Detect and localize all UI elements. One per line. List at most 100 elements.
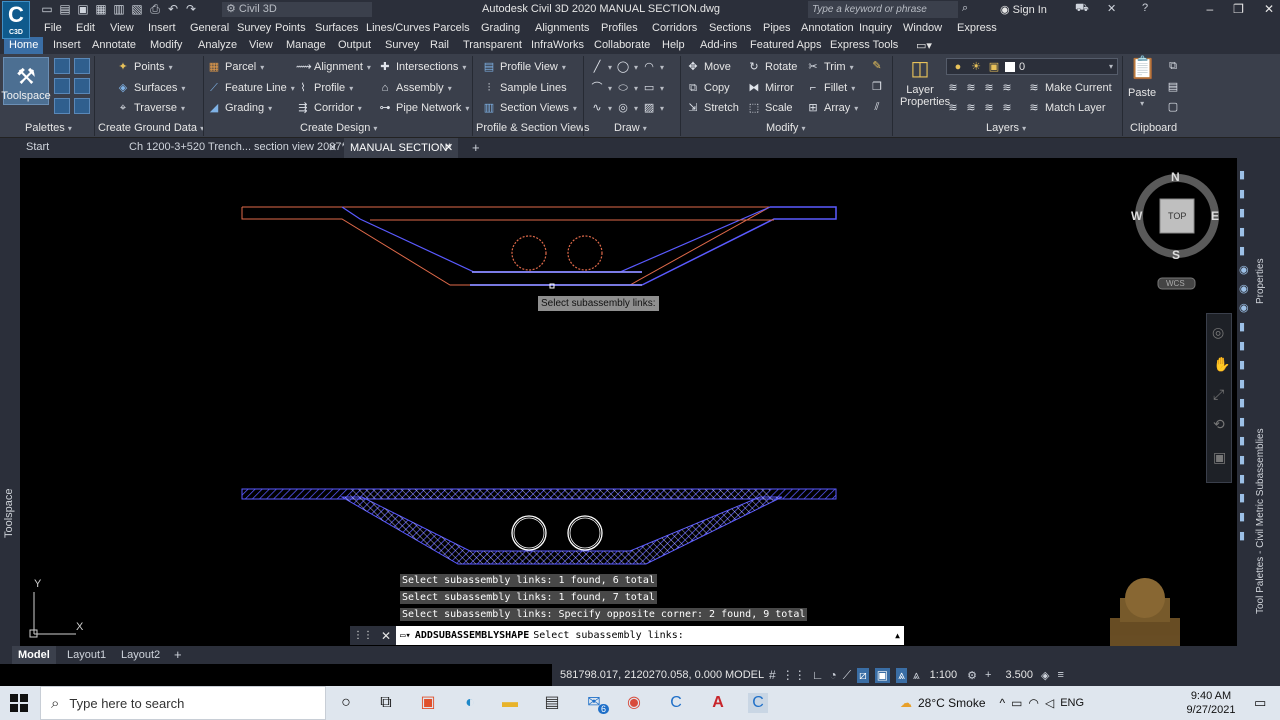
ortho-icon[interactable]: ∟ (812, 668, 824, 683)
circle-icon[interactable]: ◯ (616, 60, 630, 74)
app-logo[interactable]: C C3D (2, 1, 30, 39)
autocad-taskbar-icon[interactable]: A (708, 693, 728, 713)
polar-icon[interactable]: ◔ (829, 668, 836, 683)
tray-chevron-icon[interactable]: ^ (1000, 696, 1006, 710)
menu-annotation[interactable]: Annotation (801, 22, 854, 34)
pipe-network-button[interactable]: ⊶ Pipe Network ▾ (378, 100, 470, 116)
notification-icon[interactable]: ▭ (1254, 695, 1266, 711)
menu-general[interactable]: General (190, 22, 229, 34)
menu-profiles[interactable]: Profiles (601, 22, 638, 34)
palette-tool-icon[interactable]: ▮ (1239, 377, 1255, 390)
isodraft-icon[interactable]: ⟋ (843, 668, 851, 683)
customize-status-icon[interactable]: ≡ (1057, 669, 1063, 681)
lower-section[interactable] (241, 488, 837, 565)
tab-express-tools[interactable]: Express Tools (830, 39, 898, 51)
assembly-button[interactable]: ⌂ Assembly ▾ (378, 80, 452, 96)
exchange-icon[interactable]: ✕ (1107, 2, 1116, 15)
section-views-button[interactable]: ▥ Section Views ▾ (482, 100, 577, 116)
palette-tool-icon[interactable]: ◉ (1239, 263, 1255, 276)
wifi-icon[interactable]: ◠ (1028, 696, 1038, 710)
tab-add-ins[interactable]: Add-ins (700, 39, 737, 51)
cut-icon[interactable]: ⧉ (1166, 59, 1180, 73)
trim-button[interactable]: ✂ Trim ▾ (806, 59, 853, 75)
sign-in-link[interactable]: ◉ Sign In (1000, 3, 1047, 16)
command-history-toggle-icon[interactable]: ▲ (895, 631, 900, 640)
layer-on-all-icon[interactable]: ≋ (964, 101, 978, 115)
menu-insert[interactable]: Insert (148, 22, 176, 34)
stretch-button[interactable]: ⇲ Stretch (686, 100, 738, 116)
grid-icon[interactable]: # (769, 668, 776, 683)
match-properties-icon[interactable]: ▢ (1166, 100, 1180, 114)
settings-icon[interactable] (74, 58, 90, 74)
layer-lock-icon[interactable]: ≋ (1000, 81, 1014, 95)
menu-inquiry[interactable]: Inquiry (859, 22, 892, 34)
save-as-icon[interactable]: ▦ (94, 2, 108, 16)
elevation-value[interactable]: 3.500 (1005, 669, 1033, 681)
tab-rail[interactable]: Rail (430, 39, 449, 51)
traverse-button[interactable]: ⌖ Traverse ▾ (116, 100, 185, 116)
viewcube-south-label[interactable]: S (1172, 248, 1180, 262)
hatch-icon[interactable]: ▨ (642, 101, 656, 115)
surfaces-button[interactable]: ◈ Surfaces ▾ (116, 80, 186, 96)
scale-button[interactable]: ⬚ Scale (747, 100, 793, 116)
arc-icon[interactable]: ◠ (642, 60, 656, 74)
close-command-icon[interactable]: ✕ (381, 629, 391, 643)
annotation-scale[interactable]: 1:100 (930, 669, 958, 681)
windows-start-icon[interactable] (10, 694, 28, 712)
menu-view[interactable]: View (110, 22, 134, 34)
menu-file[interactable]: File (44, 22, 62, 34)
offset-icon[interactable]: ⫽ (870, 100, 884, 114)
tab-analyze[interactable]: Analyze (198, 39, 237, 51)
tab-transparent[interactable]: Transparent (463, 39, 522, 51)
layer-isolate-icon[interactable]: ≋ (946, 81, 960, 95)
new-file-icon[interactable]: ▭ (40, 2, 54, 16)
pencil-icon[interactable]: ✎ (870, 59, 884, 73)
pan-icon[interactable]: ✋ (1213, 356, 1230, 373)
menu-survey[interactable]: Survey (237, 22, 271, 34)
rotate-button[interactable]: ↻ Rotate (747, 59, 797, 75)
palette-tool-icon[interactable]: ▮ (1239, 453, 1255, 466)
donut-icon[interactable]: ◎ (616, 101, 630, 115)
upper-section[interactable] (241, 206, 837, 289)
profile-view-button[interactable]: ▤ Profile View ▾ (482, 59, 566, 75)
palette-tool-icon[interactable]: ▮ (1239, 434, 1255, 447)
prospector-icon[interactable] (54, 58, 70, 74)
orbit-icon[interactable]: ⟲ (1213, 416, 1225, 433)
tab-manage[interactable]: Manage (286, 39, 326, 51)
model-space-toggle[interactable]: MODEL (725, 669, 769, 681)
survey-icon[interactable] (54, 78, 70, 94)
points-button[interactable]: ✦ Points ▾ (116, 59, 172, 75)
properties-palette-icon[interactable] (54, 98, 70, 114)
tab-insert[interactable]: Insert (53, 39, 81, 51)
layer-unisolate-icon[interactable]: ≋ (946, 101, 960, 115)
palette-tool-icon[interactable]: ▮ (1239, 187, 1255, 200)
mirror-button[interactable]: ⧓ Mirror (747, 80, 794, 96)
web-save-icon[interactable]: ▧ (130, 2, 144, 16)
layer-off-icon[interactable]: ≋ (964, 81, 978, 95)
minimize-icon[interactable]: – (1206, 2, 1213, 16)
annotation-scale-icon[interactable]: ⩓ (913, 668, 920, 683)
task-view-icon[interactable]: ⧉ (376, 693, 396, 713)
copy-button[interactable]: ⧉ Copy (686, 80, 730, 96)
search-input[interactable]: Type a keyword or phrase (808, 1, 958, 18)
toolbox-icon[interactable] (74, 78, 90, 94)
showmotion-icon[interactable]: ▣ (1213, 449, 1226, 466)
menu-alignments[interactable]: Alignments (535, 22, 589, 34)
system-clock[interactable]: 9:40 AM 9/27/2021 (1178, 689, 1244, 717)
viewcube-top-label[interactable]: TOP (1168, 211, 1186, 221)
layer-select[interactable]: ● ☀ ▣ 0 ▾ (946, 58, 1118, 75)
tab-help[interactable]: Help (662, 39, 685, 51)
palette-tool-icon[interactable]: ▮ (1239, 339, 1255, 352)
layer-unlock-all-icon[interactable]: ≋ (1000, 101, 1014, 115)
palette-tool-icon[interactable]: ◉ (1239, 301, 1255, 314)
doc-tab-manual-section[interactable]: MANUAL SECTION* (344, 138, 458, 158)
menu-window[interactable]: Window (903, 22, 942, 34)
zoom-extents-icon[interactable]: ⤢ (1213, 386, 1224, 403)
save-icon[interactable]: ▣ (76, 2, 90, 16)
tab-infraworks[interactable]: InfraWorks (531, 39, 584, 51)
fillet-button[interactable]: ⌐ Fillet ▾ (806, 80, 855, 96)
tab-output[interactable]: Output (338, 39, 371, 51)
toolspace-button[interactable]: ⚒ Toolspace (1, 57, 51, 105)
restore-icon[interactable]: ❐ (1233, 2, 1244, 16)
alignment-button[interactable]: ⟿ Alignment ▾ (296, 59, 371, 75)
